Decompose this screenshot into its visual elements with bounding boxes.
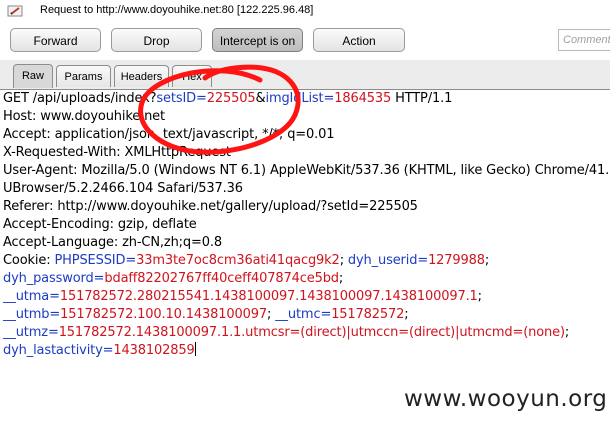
intercept-toggle-button[interactable]: Intercept is on bbox=[212, 28, 303, 52]
request-editor[interactable]: GET /api/uploads/index?setsID=225505&img… bbox=[0, 90, 610, 429]
drop-button[interactable]: Drop bbox=[111, 28, 202, 52]
window-title: Request to http://www.doyouhike.net:80 [… bbox=[40, 4, 314, 16]
cookie-dyh-password: dyh_password=bdaff82202767ff40ceff407874… bbox=[3, 271, 344, 286]
header-referer: Referer: http://www.doyouhike.net/galler… bbox=[3, 199, 418, 214]
header-accept-language: Accept-Language: zh-CN,zh;q=0.8 bbox=[3, 235, 222, 250]
header-accept: Accept: application/json, text/javascrip… bbox=[3, 127, 335, 142]
cookie-utmb-utmc: __utmb=151782572.100.10.1438100097; __ut… bbox=[3, 307, 409, 322]
header-user-agent-cont: UBrowser/5.2.2466.104 Safari/537.36 bbox=[3, 181, 243, 196]
tab-hex[interactable]: Hex bbox=[172, 65, 212, 87]
header-x-requested-with: X-Requested-With: XMLHttpRequest bbox=[3, 145, 231, 160]
cookie-utmz: __utmz=151782572.1438100097.1.1.utmcsr=(… bbox=[3, 325, 570, 340]
forward-button[interactable]: Forward bbox=[10, 28, 101, 52]
pencil-icon bbox=[7, 5, 23, 17]
watermark: www.wooyun.org bbox=[404, 386, 608, 412]
action-button[interactable]: Action bbox=[313, 28, 405, 52]
header-cookie: Cookie: PHPSESSID=33m3te7oc8cm36ati41qac… bbox=[3, 253, 490, 268]
header-user-agent: User-Agent: Mozilla/5.0 (Windows NT 6.1)… bbox=[3, 163, 610, 178]
tab-headers[interactable]: Headers bbox=[114, 65, 169, 87]
title-bar: Request to http://www.doyouhike.net:80 [… bbox=[0, 0, 610, 22]
cookie-dyh-lastactivity: dyh_lastactivity=1438102859 bbox=[3, 342, 196, 358]
tab-params[interactable]: Params bbox=[56, 65, 111, 87]
header-host: Host: www.doyouhike.net bbox=[3, 109, 165, 124]
cookie-utma: __utma=151782572.280215541.1438100097.14… bbox=[3, 289, 482, 304]
header-accept-encoding: Accept-Encoding: gzip, deflate bbox=[3, 217, 197, 232]
comment-input[interactable]: Comment bbox=[558, 29, 610, 51]
request-line: GET /api/uploads/index?setsID=225505&img… bbox=[3, 91, 453, 106]
tab-raw[interactable]: Raw bbox=[13, 64, 53, 88]
text-caret bbox=[194, 342, 196, 356]
